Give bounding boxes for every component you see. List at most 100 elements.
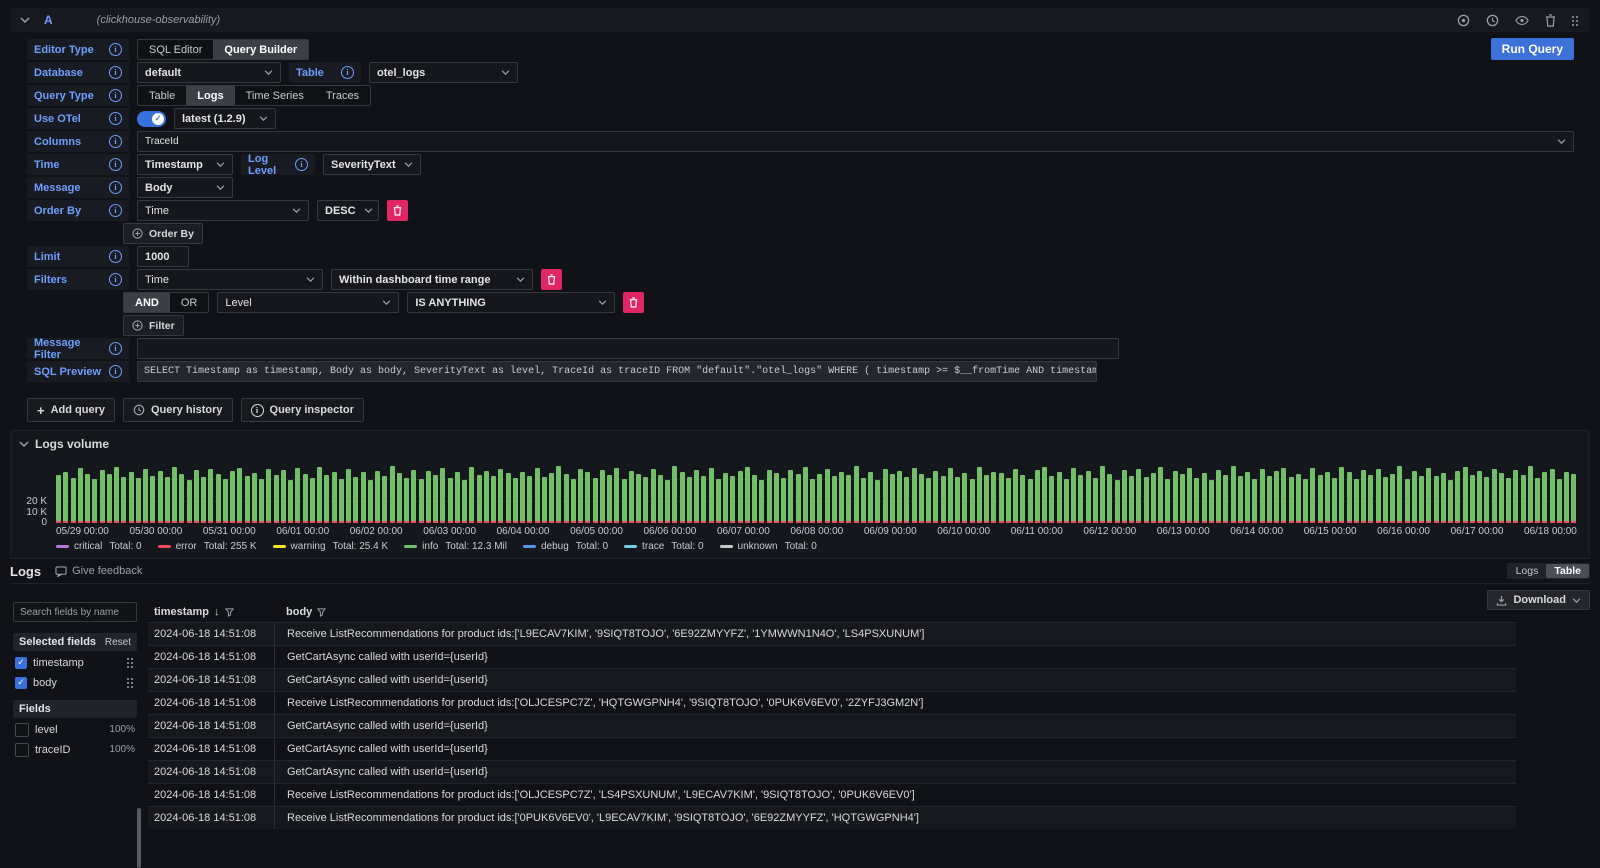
- legend-item-error[interactable]: errorTotal: 255 K: [158, 541, 257, 552]
- time-column-select[interactable]: Timestamp: [137, 154, 233, 175]
- legend-item-warning[interactable]: warningTotal: 25.4 K: [273, 541, 389, 552]
- info-icon[interactable]: i: [109, 43, 122, 56]
- remove-filter-button[interactable]: [541, 269, 562, 290]
- collapse-chevron-icon[interactable]: [20, 17, 30, 23]
- duplicate-icon[interactable]: [1457, 14, 1470, 27]
- volume-bar: [1245, 472, 1250, 523]
- volume-bar: [687, 477, 692, 523]
- reset-button[interactable]: Reset: [105, 637, 131, 648]
- column-header-timestamp[interactable]: timestamp ↓: [148, 606, 274, 618]
- info-icon[interactable]: i: [109, 89, 122, 102]
- table-row[interactable]: 2024-06-18 14:51:08GetCartAsync called w…: [148, 760, 1516, 783]
- drag-handle-icon[interactable]: [1572, 16, 1574, 18]
- condition-field-select[interactable]: Level: [217, 292, 399, 313]
- history-clock-icon[interactable]: [1486, 14, 1499, 27]
- info-icon[interactable]: i: [109, 365, 122, 378]
- condition-operator-select[interactable]: IS ANYTHING: [407, 292, 615, 313]
- column-header-body[interactable]: body: [274, 606, 1516, 618]
- table-row[interactable]: 2024-06-18 14:51:08Receive ListRecommend…: [148, 622, 1516, 645]
- info-icon[interactable]: i: [109, 112, 122, 125]
- legend-item-unknown[interactable]: unknownTotal: 0: [720, 541, 817, 552]
- table-select[interactable]: otel_logs: [369, 62, 518, 83]
- option-table[interactable]: Table: [138, 86, 186, 105]
- give-feedback-link[interactable]: Give feedback: [55, 565, 142, 577]
- table-row[interactable]: 2024-06-18 14:51:08Receive ListRecommend…: [148, 783, 1516, 806]
- filter-field-select[interactable]: Time: [137, 269, 323, 290]
- checkbox-unchecked[interactable]: [15, 743, 29, 757]
- info-icon[interactable]: i: [109, 273, 122, 286]
- eye-icon[interactable]: [1515, 15, 1529, 26]
- drag-handle-icon[interactable]: [127, 658, 129, 660]
- info-icon[interactable]: i: [109, 66, 122, 79]
- volume-bar: [245, 476, 250, 523]
- query-ref-id[interactable]: A: [44, 13, 53, 27]
- add-filter-button[interactable]: Filter: [123, 315, 184, 336]
- message-column-select[interactable]: Body: [137, 177, 233, 198]
- legend-item-info[interactable]: infoTotal: 12.3 Mil: [404, 541, 507, 552]
- table-row[interactable]: 2024-06-18 14:51:08GetCartAsync called w…: [148, 668, 1516, 691]
- remove-order-by-button[interactable]: [387, 200, 408, 221]
- database-select[interactable]: default: [137, 62, 281, 83]
- option-table[interactable]: Table: [1546, 564, 1589, 578]
- columns-multiselect[interactable]: TraceId: [137, 131, 1574, 152]
- volume-bar: [143, 469, 148, 523]
- editor-type-label: Editor Typei: [27, 39, 129, 60]
- legend-item-trace[interactable]: traceTotal: 0: [624, 541, 703, 552]
- remove-condition-button[interactable]: [623, 292, 644, 313]
- use-otel-toggle[interactable]: ✓: [137, 111, 166, 127]
- drag-handle-icon[interactable]: [127, 678, 129, 680]
- log-level-column-select[interactable]: SeverityText: [323, 154, 421, 175]
- message-filter-input[interactable]: [137, 338, 1119, 359]
- info-icon[interactable]: i: [109, 342, 122, 355]
- filter-funnel-icon[interactable]: [317, 608, 326, 617]
- info-icon[interactable]: i: [109, 181, 122, 194]
- search-fields-input[interactable]: [13, 602, 137, 622]
- option-query-builder[interactable]: Query Builder: [213, 40, 308, 59]
- filter-operator-select[interactable]: Within dashboard time range: [331, 269, 533, 290]
- volume-bar: [774, 473, 779, 523]
- panel-collapse-chevron-icon[interactable]: [19, 441, 29, 447]
- option-logs[interactable]: Logs: [186, 86, 234, 105]
- order-by-direction-select[interactable]: DESC: [317, 200, 379, 221]
- otel-version-select[interactable]: latest (1.2.9): [174, 108, 276, 129]
- table-row[interactable]: 2024-06-18 14:51:08GetCartAsync called w…: [148, 645, 1516, 668]
- table-row[interactable]: 2024-06-18 14:51:08Receive ListRecommend…: [148, 806, 1516, 829]
- filter-funnel-icon[interactable]: [225, 608, 234, 617]
- legend-item-critical[interactable]: criticalTotal: 0: [56, 541, 142, 552]
- volume-bar: [1267, 476, 1272, 523]
- plus-circle-icon: [132, 320, 143, 331]
- info-icon[interactable]: i: [109, 135, 122, 148]
- info-icon[interactable]: i: [109, 158, 122, 171]
- scrollbar-thumb[interactable]: [137, 808, 141, 868]
- checkbox-checked[interactable]: ✓: [15, 657, 27, 669]
- sql-preview-text[interactable]: SELECT Timestamp as timestamp, Body as b…: [137, 361, 1097, 382]
- option-and[interactable]: AND: [124, 293, 170, 312]
- add-order-by-button[interactable]: Order By: [123, 223, 203, 244]
- trash-icon[interactable]: [1545, 14, 1556, 27]
- table-row[interactable]: 2024-06-18 14:51:08Receive ListRecommend…: [148, 691, 1516, 714]
- query-type-label: Query Typei: [27, 85, 129, 106]
- timestamp-cell: 2024-06-18 14:51:08: [148, 789, 274, 801]
- volume-bar: [1107, 474, 1112, 523]
- option-or[interactable]: OR: [170, 293, 209, 312]
- query-history-button[interactable]: Query history: [123, 398, 233, 422]
- checkbox-unchecked[interactable]: [15, 723, 29, 737]
- sort-desc-icon[interactable]: ↓: [214, 606, 220, 618]
- option-traces[interactable]: Traces: [315, 86, 370, 105]
- limit-input[interactable]: 1000: [137, 246, 189, 267]
- table-row[interactable]: 2024-06-18 14:51:08GetCartAsync called w…: [148, 737, 1516, 760]
- checkbox-checked[interactable]: ✓: [15, 677, 27, 689]
- info-icon[interactable]: i: [109, 204, 122, 217]
- info-icon[interactable]: i: [109, 250, 122, 263]
- query-inspector-button[interactable]: iQuery inspector: [241, 398, 364, 422]
- option-time-series[interactable]: Time Series: [235, 86, 315, 105]
- run-query-button[interactable]: Run Query: [1491, 38, 1574, 60]
- add-query-button[interactable]: +Add query: [27, 398, 115, 422]
- option-logs[interactable]: Logs: [1508, 564, 1547, 578]
- legend-item-debug[interactable]: debugTotal: 0: [523, 541, 608, 552]
- table-row[interactable]: 2024-06-18 14:51:08GetCartAsync called w…: [148, 714, 1516, 737]
- order-by-field-select[interactable]: Time: [137, 200, 309, 221]
- option-sql-editor[interactable]: SQL Editor: [138, 40, 213, 59]
- info-icon[interactable]: i: [341, 66, 354, 79]
- info-icon[interactable]: i: [295, 158, 308, 171]
